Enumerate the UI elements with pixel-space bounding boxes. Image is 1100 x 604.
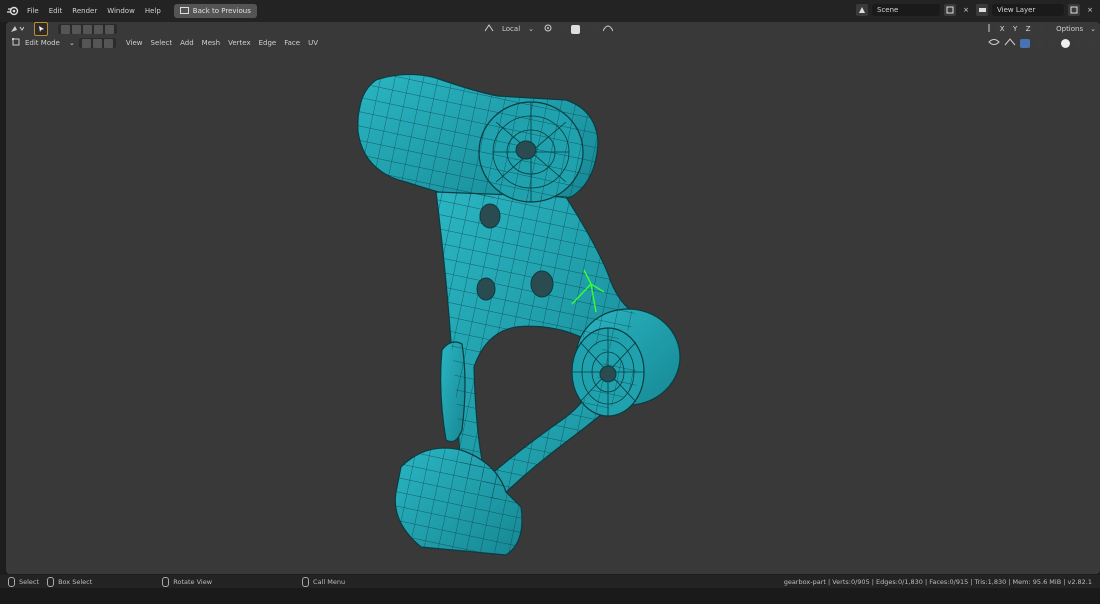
menu-edit[interactable]: Edit (44, 7, 68, 15)
status-call-menu-label: Call Menu (313, 577, 346, 586)
view-layer-name: View Layer (997, 6, 1036, 14)
mouse-drag-icon (47, 576, 55, 587)
status-select: Select (8, 576, 40, 587)
delete-view-layer-icon[interactable]: × (1084, 4, 1096, 16)
scene-statistics: gearbox-part | Verts:0/905 | Edges:0/1,8… (783, 578, 1092, 586)
mouse-middle-icon (162, 576, 170, 587)
top-bar: File Edit Render Window Help Back to Pre… (0, 0, 1100, 22)
status-select-label: Select (19, 577, 40, 586)
menu-file[interactable]: File (22, 7, 44, 15)
status-box-select: Box Select (47, 576, 93, 587)
delete-scene-icon[interactable]: × (960, 4, 972, 16)
status-rotate-view: Rotate View (162, 576, 213, 587)
blender-logo-icon[interactable] (4, 0, 22, 22)
mesh-object[interactable] (6, 22, 1100, 574)
status-bar: Select Box Select Rotate View Call Menu … (0, 575, 1100, 588)
view-layer-field[interactable]: View Layer (992, 4, 1064, 16)
view-layer-selector-icon[interactable] (976, 4, 988, 16)
bottom-strip (0, 588, 1100, 604)
menu-help[interactable]: Help (140, 7, 166, 15)
back-to-previous-label: Back to Previous (192, 7, 251, 15)
scene-name-field[interactable]: Scene (872, 4, 940, 16)
scene-selector-icon[interactable] (856, 4, 868, 16)
scene-name: Scene (877, 6, 899, 14)
3d-viewport[interactable]: Local ⌄ X Y Z Options ⌄ Edit Mode ⌄ View… (6, 22, 1100, 574)
mouse-right-icon (302, 576, 310, 587)
status-call-menu: Call Menu (302, 576, 346, 587)
menu-window[interactable]: Window (102, 7, 140, 15)
status-box-select-label: Box Select (58, 577, 93, 586)
status-rotate-view-label: Rotate View (173, 577, 213, 586)
new-view-layer-icon[interactable] (1068, 4, 1080, 16)
screen-icon (179, 6, 189, 16)
scene-controls: Scene × View Layer × (856, 4, 1096, 16)
new-scene-icon[interactable] (944, 4, 956, 16)
back-to-previous-button[interactable]: Back to Previous (173, 4, 257, 18)
menu-render[interactable]: Render (67, 7, 102, 15)
mouse-left-icon (8, 576, 15, 587)
